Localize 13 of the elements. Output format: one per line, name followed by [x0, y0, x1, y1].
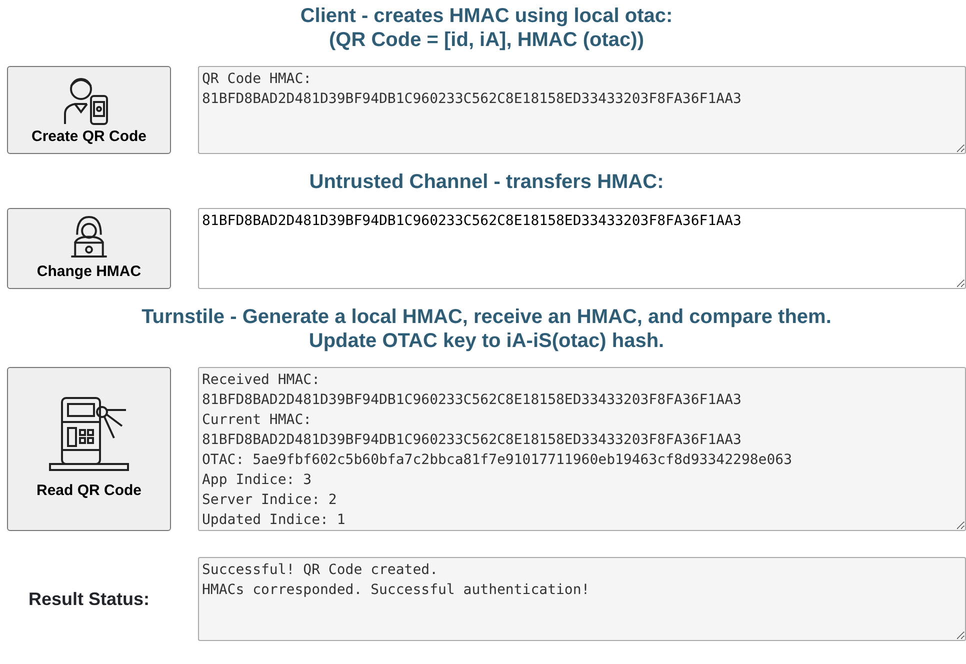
result-label: Result Status:: [27, 588, 151, 610]
text-area[interactable]: Received HMAC: 81BFD8BAD2D481D39BF94DB1C960233C562C8E18158ED33433203F8FA36F1AA3 Current HMAC: 81BFD8BAD2D481D39BF94DB1C960233C562C8E18158ED33433203F8FA36F1AA3 OTAC: 5ae9fbf602c5b60bfa7c2bbca81f7e91017711960eb19463cf8d93342298e063 App Indice: 3 Server Indice: 2 Updated Indice: 1: [198, 367, 966, 531]
text-area[interactable]: 81BFD8BAD2D481D39BF94DB1C960233C562C8E18158ED33433203F8FA36F1AA3: [198, 208, 966, 289]
section-heading: Client - creates HMAC using local otac:: [300, 4, 673, 28]
section-heading: Update OTAC key to iA-iS(otac) hash.: [308, 329, 664, 353]
section-heading: Turnstile - Generate a local HMAC, receive an HMAC, and compare them.: [142, 305, 832, 329]
text-area[interactable]: Successful! QR Code created. HMACs corresponded. Successful authentication!: [198, 557, 966, 641]
section-heading: (QR Code = [id, iA], HMAC (otac)): [329, 28, 644, 52]
action-button[interactable]: Create QR Code: [7, 66, 171, 154]
section-heading: Untrusted Channel - transfers HMAC:: [309, 170, 664, 194]
text-area[interactable]: QR Code HMAC: 81BFD8BAD2D481D39BF94DB1C960233C562C8E18158ED33433203F8FA36F1AA3: [198, 66, 966, 154]
action-button[interactable]: Read QR Code: [7, 367, 171, 531]
action-button[interactable]: Change HMAC: [7, 208, 171, 289]
